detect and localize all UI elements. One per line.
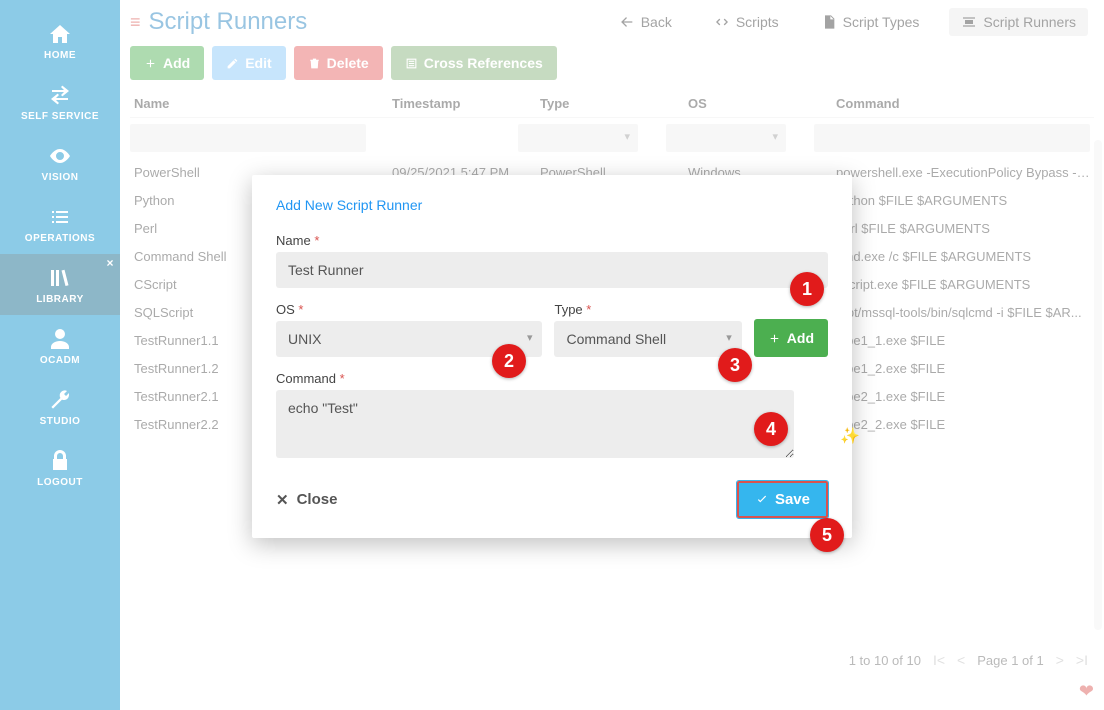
type-select[interactable]: Command Shell [554,321,741,357]
close-button[interactable]: ✕ Close [276,491,337,509]
os-label: OS * [276,302,542,317]
callout-2: 2 [492,344,526,378]
close-label: Close [297,491,338,508]
plus-icon [768,332,781,345]
callout-4: 4 [754,412,788,446]
save-button[interactable]: Save [737,481,828,518]
callout-1: 1 [790,272,824,306]
callout-3: 3 [718,348,752,382]
name-input[interactable] [276,252,828,288]
add-type-button[interactable]: Add [754,319,828,357]
modal-title: Add New Script Runner [276,197,828,213]
modal-footer: ✕ Close Save [276,481,828,518]
close-icon: ✕ [276,491,289,509]
btn-label: Add [787,330,814,346]
modal-add-script-runner: Add New Script Runner Name * OS * UNIX T… [252,175,852,538]
check-icon [755,493,769,507]
name-label: Name * [276,233,828,248]
type-label: Type * [554,302,741,317]
callout-5: 5 [810,518,844,552]
wand-icon[interactable]: ✨ [840,426,860,446]
save-label: Save [775,491,810,508]
command-textarea[interactable] [276,390,794,458]
